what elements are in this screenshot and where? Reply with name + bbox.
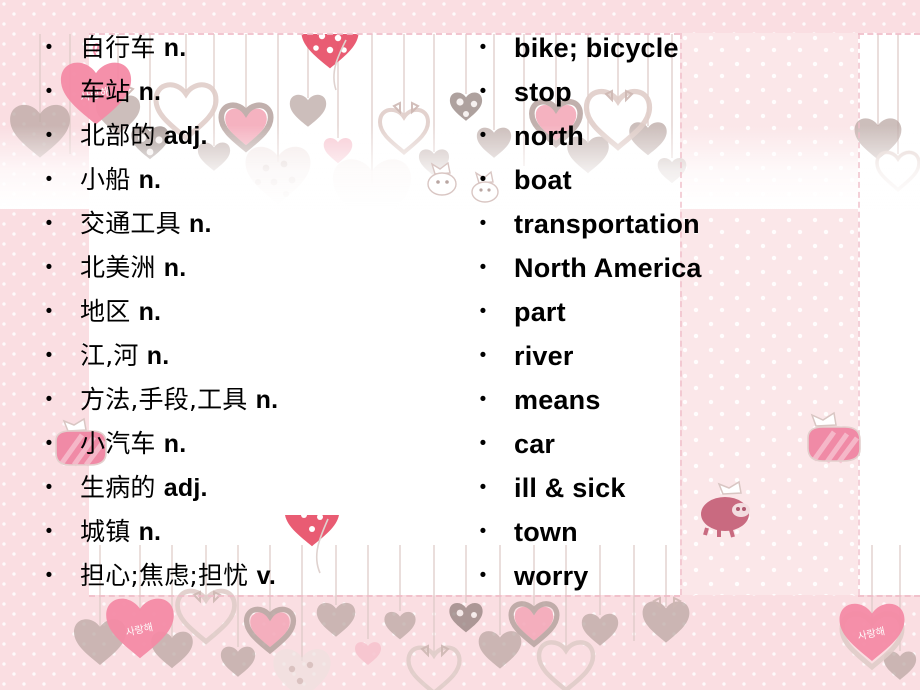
english-term: bike; bicycle — [514, 33, 679, 63]
bullet-icon: • — [45, 37, 53, 58]
list-item: • ill & sick — [468, 466, 888, 510]
bullet-icon: • — [45, 169, 53, 190]
english-term: car — [514, 429, 556, 459]
bullet-icon: • — [45, 477, 53, 498]
list-item: • boat — [468, 158, 888, 202]
bullet-icon: • — [479, 257, 487, 278]
bullet-icon: • — [45, 257, 53, 278]
list-item: • means — [468, 378, 888, 422]
chinese-term: 自行车 n. — [80, 33, 187, 62]
english-term: town — [514, 517, 578, 547]
part-of-speech-tag: n. — [138, 166, 162, 194]
bullet-icon: • — [479, 345, 487, 366]
list-item: • 担心;焦虑;担忧 v. — [34, 554, 464, 598]
bullet-icon: • — [45, 81, 53, 102]
bullet-icon: • — [45, 125, 53, 146]
english-term: worry — [514, 561, 589, 591]
english-term: means — [514, 385, 601, 415]
list-item: • worry — [468, 554, 888, 598]
list-item: • stop — [468, 70, 888, 114]
chinese-term: 方法,手段,工具 n. — [80, 385, 279, 414]
english-term: river — [514, 341, 574, 371]
english-vocabulary-list: • bike; bicycle • stop • north • boat • transport… — [468, 26, 888, 598]
list-item: • part — [468, 290, 888, 334]
chinese-term: 北美洲 n. — [80, 253, 187, 282]
part-of-speech-tag: n. — [146, 342, 170, 370]
bullet-icon: • — [479, 433, 487, 454]
chinese-term: 小船 n. — [80, 165, 162, 194]
bullet-icon: • — [479, 213, 487, 234]
list-item: • 城镇 n. — [34, 510, 464, 554]
list-item: • river — [468, 334, 888, 378]
list-item: • 北美洲 n. — [34, 246, 464, 290]
part-of-speech-tag: n. — [163, 34, 187, 62]
list-item: • north — [468, 114, 888, 158]
bullet-icon: • — [479, 521, 487, 542]
bullet-icon: • — [479, 389, 487, 410]
list-item: • 自行车 n. — [34, 26, 464, 70]
chinese-term: 北部的 adj. — [80, 121, 208, 150]
part-of-speech-tag: n. — [138, 518, 162, 546]
bullet-icon: • — [45, 213, 53, 234]
list-item: • 交通工具 n. — [34, 202, 464, 246]
list-item: • town — [468, 510, 888, 554]
part-of-speech-tag: n. — [255, 386, 279, 414]
english-term: boat — [514, 165, 572, 195]
list-item: • 小船 n. — [34, 158, 464, 202]
bullet-icon: • — [479, 301, 487, 322]
chinese-term: 交通工具 n. — [80, 209, 212, 238]
list-item: • 小汽车 n. — [34, 422, 464, 466]
bullet-icon: • — [479, 169, 487, 190]
chinese-term: 江,河 n. — [80, 341, 170, 370]
list-item: • 方法,手段,工具 n. — [34, 378, 464, 422]
slide-canvas: 사랑해 사랑해 사랑해 • 自行车 n. • 车站 n. • 北部的 adj. … — [0, 0, 920, 690]
chinese-term: 地区 n. — [80, 297, 162, 326]
bullet-icon: • — [479, 125, 487, 146]
list-item: • transportation — [468, 202, 888, 246]
part-of-speech-tag: n. — [163, 430, 187, 458]
part-of-speech-tag: n. — [163, 254, 187, 282]
part-of-speech-tag: adj. — [163, 122, 208, 150]
chinese-term: 城镇 n. — [80, 517, 162, 546]
list-item: • 生病的 adj. — [34, 466, 464, 510]
list-item: • bike; bicycle — [468, 26, 888, 70]
bullet-icon: • — [45, 301, 53, 322]
bullet-icon: • — [45, 565, 53, 586]
part-of-speech-tag: n. — [138, 78, 162, 106]
bullet-icon: • — [45, 345, 53, 366]
bullet-icon: • — [479, 37, 487, 58]
part-of-speech-tag: adj. — [163, 474, 208, 502]
bullet-icon: • — [479, 81, 487, 102]
bullet-icon: • — [479, 477, 487, 498]
list-item: • 地区 n. — [34, 290, 464, 334]
chinese-term: 小汽车 n. — [80, 429, 187, 458]
chinese-vocabulary-list: • 自行车 n. • 车站 n. • 北部的 adj. • 小船 n. • 交通工具 n. • 北美洲… — [34, 26, 464, 598]
bullet-icon: • — [45, 433, 53, 454]
english-term: ill & sick — [514, 473, 626, 503]
list-item: • North America — [468, 246, 888, 290]
english-term: stop — [514, 77, 572, 107]
list-item: • 北部的 adj. — [34, 114, 464, 158]
bullet-icon: • — [45, 389, 53, 410]
chinese-term: 生病的 adj. — [80, 473, 208, 502]
list-item: • car — [468, 422, 888, 466]
english-term: North America — [514, 253, 702, 283]
part-of-speech-tag: n. — [188, 210, 212, 238]
bullet-icon: • — [45, 521, 53, 542]
part-of-speech-tag: n. — [138, 298, 162, 326]
chinese-term: 车站 n. — [80, 77, 162, 106]
part-of-speech-tag: v. — [256, 562, 277, 590]
list-item: • 车站 n. — [34, 70, 464, 114]
english-term: north — [514, 121, 584, 151]
chinese-term: 担心;焦虑;担忧 v. — [80, 561, 277, 590]
english-term: part — [514, 297, 566, 327]
list-item: • 江,河 n. — [34, 334, 464, 378]
bullet-icon: • — [479, 565, 487, 586]
english-term: transportation — [514, 209, 700, 239]
